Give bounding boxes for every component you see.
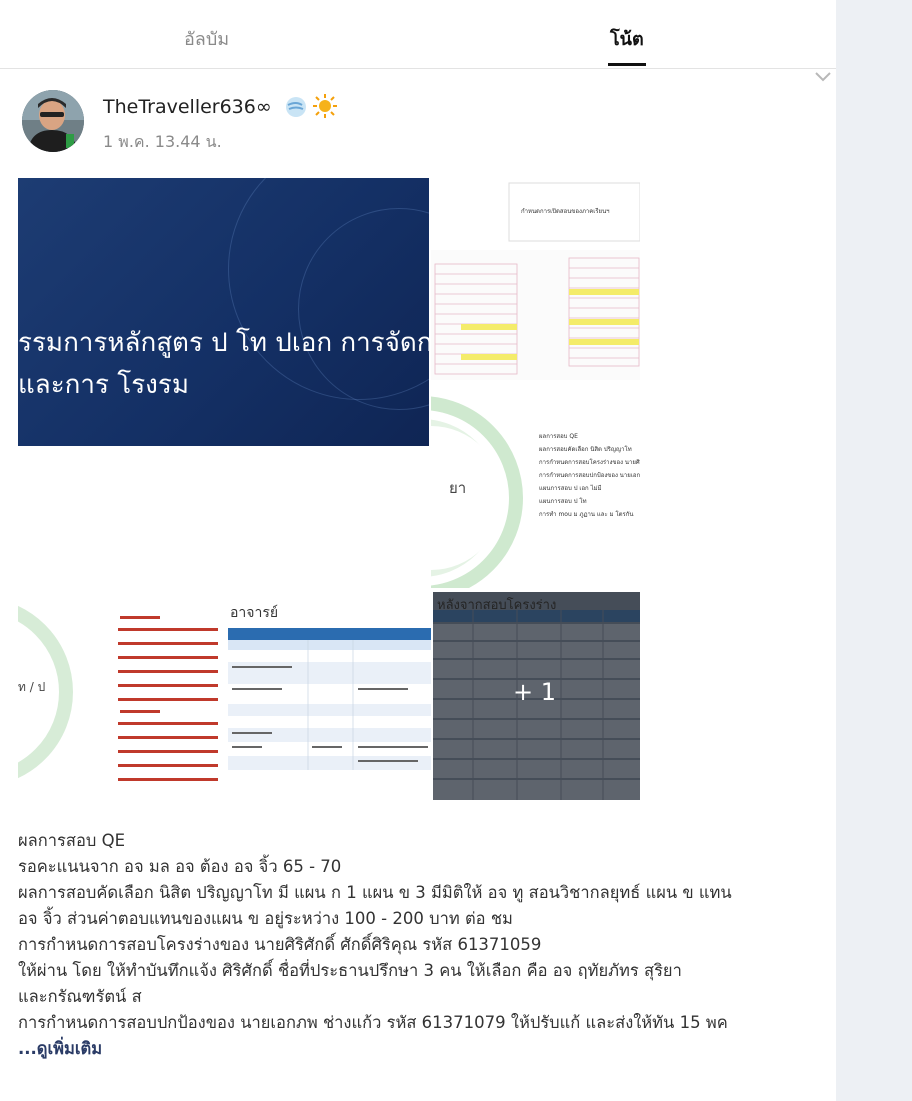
photo-advisor-table[interactable]: อาจารย์ bbox=[228, 592, 431, 800]
slide-bullet-top: กำหนดการเปิดสอนของภาคเรียนฯ bbox=[521, 208, 610, 215]
slide-title-line-1: รรมการหลักสูตร ป โท ปเอก การจัดการก bbox=[18, 328, 429, 358]
agenda-item: ผลการสอบคัดเลือก นิสิต ปริญญาโท bbox=[539, 446, 632, 453]
right-side-panel bbox=[836, 0, 912, 1101]
wind-emoji-icon bbox=[284, 95, 308, 123]
slide-title-line-2: และการ โรงรม bbox=[18, 370, 189, 400]
body-line: การกำหนดการสอบปกป้องของ นายเอกภพ ช่างแก้… bbox=[18, 1013, 728, 1032]
more-photos-count: + 1 bbox=[513, 678, 557, 706]
photo-slide-title[interactable]: รรมการหลักสูตร ป โท ปเอก การจัดการก และก… bbox=[18, 178, 429, 446]
body-line: การกำหนดการสอบโครงร่างของ นายศิริศักดิ์ … bbox=[18, 935, 542, 954]
body-line: ผลการสอบคัดเลือก นิสิต ปริญญาโท มี แผน ก… bbox=[18, 883, 732, 902]
photo-student-list[interactable]: ท / ป bbox=[18, 592, 226, 800]
see-more-link[interactable]: ...ดูเพิ่มเติม bbox=[18, 1036, 818, 1062]
post-timestamp[interactable]: 1 พ.ค. 13.44 น. bbox=[103, 130, 222, 155]
avatar[interactable] bbox=[22, 90, 84, 152]
tab-notes[interactable]: โน้ต bbox=[610, 24, 644, 53]
photo-grid: รรมการหลักสูตร ป โท ปเอก การจัดการก และก… bbox=[18, 178, 640, 800]
agenda-item: การกำหนดการสอบปกป้องของ นายเอก bbox=[539, 472, 640, 479]
body-line: อจ จิ้ว ส่วนค่าตอบแทนของแผน ข อยู่ระหว่า… bbox=[18, 909, 513, 928]
body-line: ให้ผ่าน โดย ให้ทำบันทึกแจ้ง ศิริศักดิ์ ช… bbox=[18, 961, 682, 980]
slide-fragment-ya: ยา bbox=[449, 479, 467, 497]
agenda-item: แผนการสอบ ป โท bbox=[539, 498, 587, 505]
tab-bar: อัลบัม โน้ต bbox=[0, 0, 836, 69]
note-body: ผลการสอบ QE รอคะแนนจาก อจ มล อจ ต้อง อจ … bbox=[18, 828, 818, 1062]
author-name[interactable]: TheTraveller636∞ bbox=[103, 96, 272, 118]
slide-fragment-tp: ท / ป bbox=[18, 680, 46, 694]
body-line: รอคะแนนจาก อจ มล อจ ต้อง อจ จิ้ว 65 - 70 bbox=[18, 857, 342, 876]
agenda-item: การกำหนดการสอบโครงร่างของ นายศิริ bbox=[539, 459, 640, 466]
agenda-list: ผลการสอบ QE ผลการสอบคัดเลือก นิสิต ปริญญ… bbox=[539, 430, 640, 521]
agenda-item: แผนการสอบ ป เอก ไม่มี bbox=[539, 485, 602, 492]
photo-agenda[interactable]: กำหนดการเปิดสอนของภาคเรียนฯ ยา ผลการสอบ … bbox=[431, 178, 640, 588]
agenda-item: ผลการสอบ QE bbox=[539, 433, 578, 440]
tab-album[interactable]: อัลบัม bbox=[184, 24, 229, 53]
agenda-item: การทำ mou ม ภูฏาน และ ม โตรกัน bbox=[539, 511, 634, 518]
note-post: TheTraveller636∞ 1 พ.ค. 13.44 น. รรมการห… bbox=[0, 68, 836, 1101]
sun-emoji-icon bbox=[312, 93, 338, 123]
body-line: และกรัณฑรัตน์ ส bbox=[18, 987, 142, 1006]
photo-more-overlay[interactable]: หลังจากสอบโครงร่าง + 1 bbox=[433, 592, 640, 800]
active-tab-indicator bbox=[608, 63, 646, 66]
body-line: ผลการสอบ QE bbox=[18, 831, 126, 850]
